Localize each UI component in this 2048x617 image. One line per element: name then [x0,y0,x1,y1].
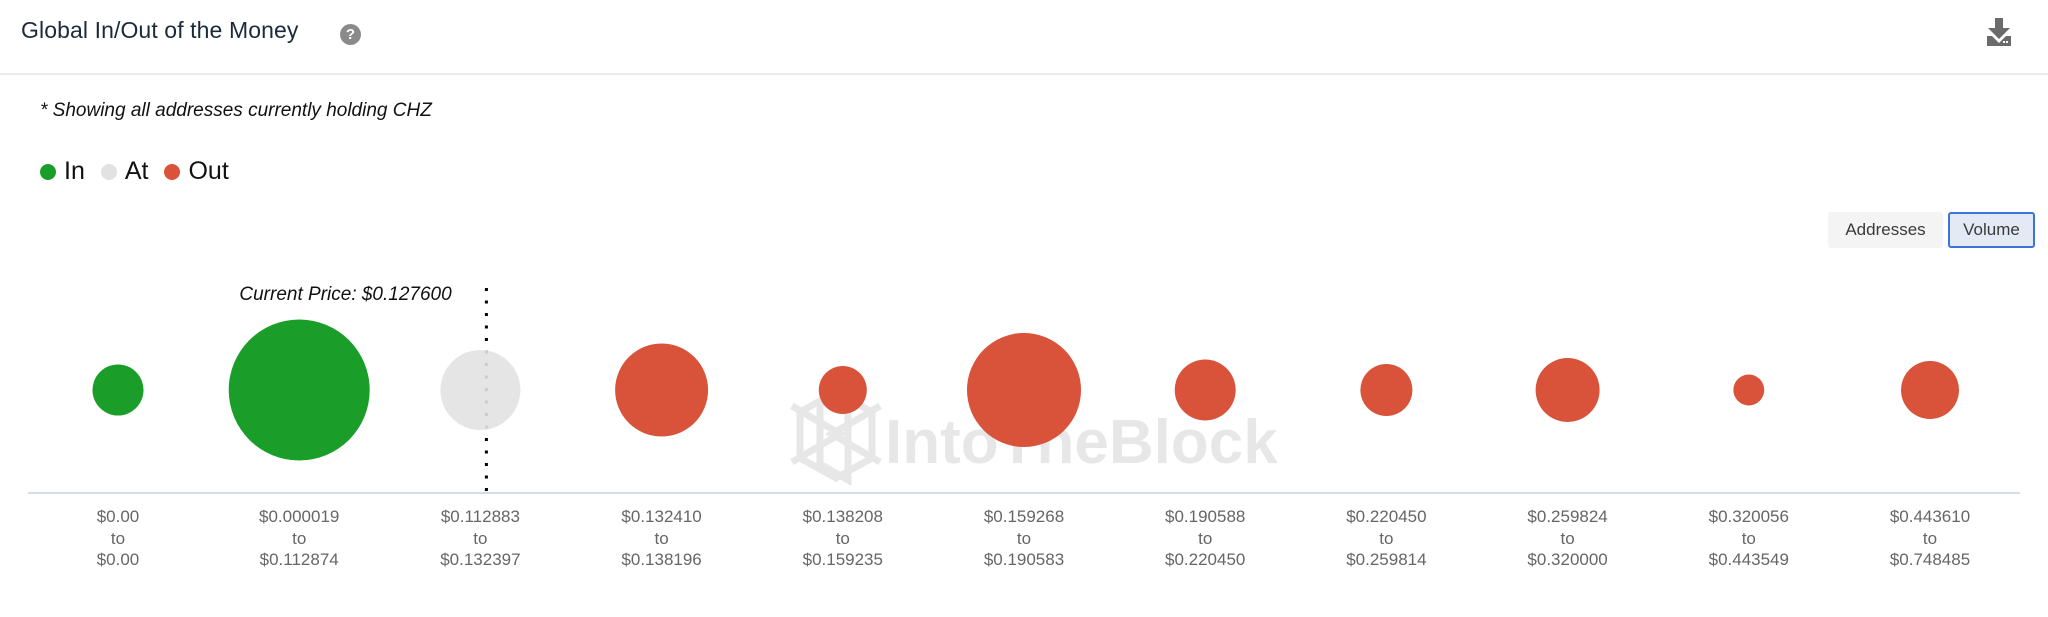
x-tick-label: $0.259824 to $0.320000 [1483,506,1653,571]
x-tick-to: $0.220450 [1165,550,1246,569]
x-tick-from: $0.000019 [259,507,340,526]
x-tick-label: $0.159268 to $0.190583 [939,506,1109,571]
legend-item-in[interactable]: In [40,157,85,186]
x-tick-from: $0.132410 [621,507,702,526]
legend: In At Out [40,157,245,186]
x-tick-to-word: to [473,528,488,548]
x-tick-to: $0.748485 [1889,550,1971,569]
x-tick-label: $0.320056 to $0.443549 [1664,506,1834,571]
x-tick-label: $0.443610 to $0.748485 [1845,506,2015,571]
x-tick-from: $0.320056 [1708,507,1789,526]
x-tick-to: $0.190583 [983,550,1065,569]
x-tick-to-word: to [1379,528,1394,548]
x-tick-label: $0.220450 to $0.259814 [1301,506,1471,571]
x-tick-to: $0.132397 [440,550,521,569]
x-tick-from: $0.190588 [1165,507,1246,526]
x-tick-from: $0.159268 [983,507,1065,526]
bubble-out-4[interactable] [818,365,867,415]
x-tick-to-word: to [292,528,307,548]
page-title: Global In/Out of the Money [21,17,299,43]
x-tick-to: $0.159235 [802,550,883,569]
watermark-text: IntoTheBlock [885,408,1278,477]
bubbles [92,319,1959,461]
bubble-out-9[interactable] [1733,374,1765,406]
bubble-out-7[interactable] [1360,364,1413,416]
addresses-toggle-button[interactable]: Addresses [1828,212,1943,248]
bubble-out-6[interactable] [1174,359,1236,421]
chart-header: Global In/Out of the Money ? [0,0,2048,75]
x-tick-to-word: to [1198,528,1213,548]
x-tick-to-word: to [1922,528,1938,548]
x-tick-to: $0.320000 [1527,550,1608,569]
x-tick-from: $0.138208 [802,507,883,526]
x-tick-from: $0.220450 [1346,507,1427,526]
x-tick-from: $0.259824 [1527,507,1608,526]
x-tick-to: $0.443549 [1708,550,1789,569]
x-tick-to: $0.112874 [259,550,339,569]
legend-item-out[interactable]: Out [164,157,229,186]
x-tick-to: $0.00 [96,550,140,569]
legend-label-in: In [64,157,85,185]
legend-dot-in [40,163,56,180]
legend-dot-at [100,163,117,180]
x-tick-from: $0.443610 [1889,507,1971,526]
x-tick-from: $0.112883 [440,507,520,526]
bubble-out-3[interactable] [615,343,709,437]
bubble-out-8[interactable] [1535,358,1600,422]
x-tick-label: $0.112883 to $0.132397 [395,506,565,571]
bubble-out-10[interactable] [1901,361,1959,419]
bubble-in-1[interactable] [228,319,370,461]
x-tick-to: $0.259814 [1346,550,1427,569]
legend-label-at: At [124,157,149,185]
download-icon[interactable] [1984,16,2014,48]
bubble-at-2[interactable] [440,349,521,431]
x-tick-from: $0.00 [96,507,140,526]
bubble-in-0[interactable] [92,364,144,416]
x-tick-label: $0.000019 to $0.112874 [214,506,384,571]
question-circle-icon[interactable]: ? [340,24,361,45]
x-tick-label: $0.138208 to $0.159235 [758,506,928,571]
subtitle: * Showing all addresses currently holdin… [40,100,432,121]
x-tick-label: $0.190588 to $0.220450 [1120,506,1290,571]
bubble-out-5[interactable] [966,332,1082,448]
x-tick-to-word: to [654,528,669,548]
x-tick-to-word: to [1741,528,1756,548]
x-tick-to-word: to [835,528,850,548]
x-tick-to: $0.138196 [621,550,702,569]
legend-dot-out [164,163,181,180]
x-tick-to-word: to [1016,528,1032,548]
legend-label-out: Out [188,157,229,185]
x-tick-label: $0.00 to $0.00 [33,506,203,571]
x-tick-label: $0.132410 to $0.138196 [577,506,747,571]
volume-toggle-button[interactable]: Volume [1948,212,2035,248]
x-tick-to-word: to [1560,528,1575,548]
legend-item-at[interactable]: At [100,157,149,186]
x-tick-to-word: to [110,528,126,548]
